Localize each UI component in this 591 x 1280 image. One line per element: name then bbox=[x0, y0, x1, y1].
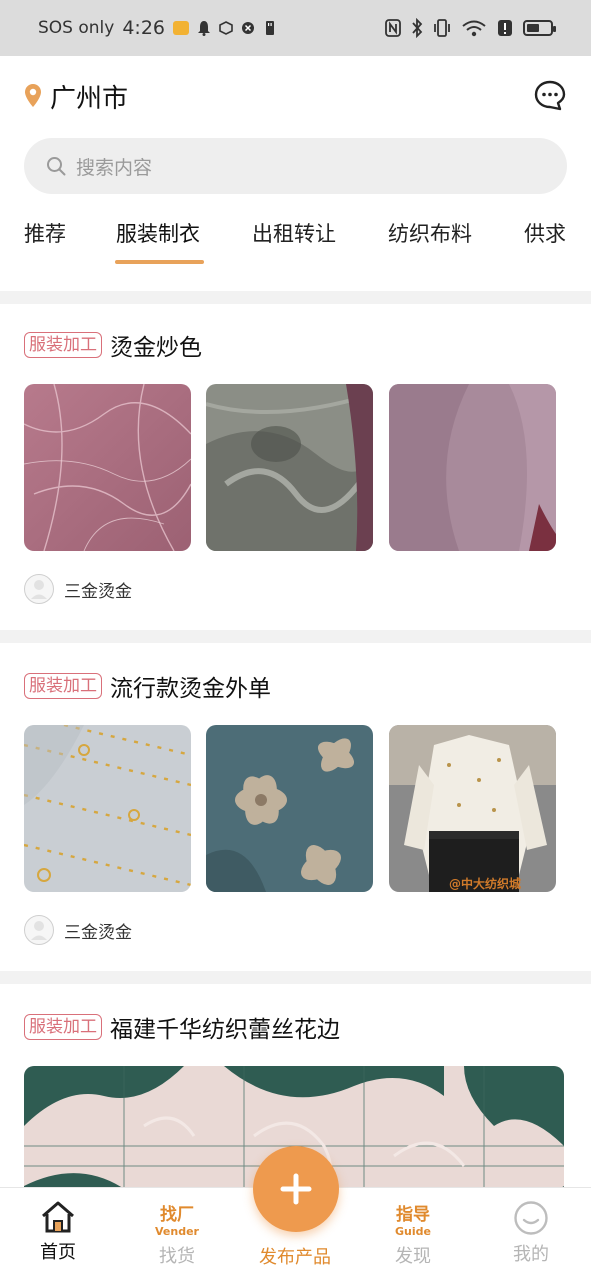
tab-supply-demand[interactable]: 供求 bbox=[524, 218, 566, 248]
guide-icon: 指导 bbox=[396, 1205, 430, 1225]
nav-home[interactable]: 首页 bbox=[8, 1200, 108, 1264]
city-selector[interactable]: 广州市 bbox=[24, 78, 128, 115]
lilac-twill-fabric-image bbox=[389, 384, 556, 551]
find-factory-icon: 找厂 bbox=[160, 1205, 194, 1225]
category-tag: 服装加工 bbox=[24, 673, 102, 699]
nfc-icon bbox=[385, 19, 401, 37]
chat-bubble-icon[interactable] bbox=[533, 79, 567, 113]
publish-button[interactable] bbox=[253, 1146, 339, 1232]
shield-icon bbox=[242, 22, 254, 34]
avatar bbox=[24, 915, 54, 945]
status-bar: SOS only 4:26 bbox=[0, 0, 591, 56]
watermark: @中大纺织城 bbox=[449, 876, 521, 891]
tab-recommend[interactable]: 推荐 bbox=[24, 218, 66, 248]
clock: 4:26 bbox=[122, 17, 165, 39]
nav-discover-label: 发现 bbox=[395, 1246, 431, 1267]
search-bar[interactable]: 搜索内容 bbox=[24, 138, 567, 194]
post-title: 烫金炒色 bbox=[110, 335, 202, 361]
floral-print-fabric-image bbox=[206, 725, 373, 892]
post-image[interactable]: @中大纺织城 bbox=[389, 725, 556, 892]
tab-textile-fabric[interactable]: 纺织布料 bbox=[388, 218, 472, 248]
user-avatar-icon bbox=[31, 580, 47, 599]
user-avatar-icon bbox=[31, 921, 47, 940]
post-title-row: 服装加工 福建千华纺织蕾丝花边 bbox=[24, 1010, 340, 1044]
header: 广州市 bbox=[0, 56, 591, 136]
wifi-icon bbox=[462, 20, 486, 37]
post-author[interactable]: 三金烫金 bbox=[24, 915, 132, 945]
post-image[interactable] bbox=[389, 384, 556, 551]
grey-tie-dye-fabric-image bbox=[206, 384, 373, 551]
location-pin-icon bbox=[25, 84, 41, 107]
nav-find-goods-label: 找货 bbox=[159, 1246, 195, 1267]
white-blouse-model-image: @中大纺织城 bbox=[389, 725, 556, 892]
bell-icon bbox=[198, 21, 210, 36]
nav-discover[interactable]: 指导 Guide 发现 bbox=[363, 1200, 463, 1268]
post-card[interactable]: 服装加工 烫金炒色 三金烫金 bbox=[0, 304, 591, 630]
pink-marble-fabric-image bbox=[24, 384, 191, 551]
sim-notification-icon bbox=[173, 21, 189, 35]
nav-mine-label: 我的 bbox=[513, 1244, 549, 1265]
section-divider bbox=[0, 971, 591, 984]
box-icon bbox=[219, 21, 233, 35]
post-author[interactable]: 三金烫金 bbox=[24, 574, 132, 604]
post-image[interactable] bbox=[206, 725, 373, 892]
alert-icon bbox=[498, 20, 512, 36]
post-title-row: 服装加工 烫金炒色 bbox=[24, 328, 202, 362]
battery-icon bbox=[523, 20, 556, 36]
carrier-text: SOS only bbox=[38, 18, 115, 38]
post-image[interactable] bbox=[24, 384, 191, 551]
post-image[interactable] bbox=[206, 384, 373, 551]
search-icon bbox=[47, 157, 66, 176]
category-tag: 服装加工 bbox=[24, 1014, 102, 1040]
post-title: 流行款烫金外单 bbox=[110, 676, 271, 702]
publish-label[interactable]: 发布产品 bbox=[245, 1243, 345, 1269]
find-factory-icon-sub: Vender bbox=[155, 1225, 199, 1238]
city-name: 广州市 bbox=[50, 83, 129, 114]
section-divider bbox=[0, 630, 591, 643]
nav-mine[interactable]: 我的 bbox=[481, 1200, 581, 1266]
post-card[interactable]: 服装加工 流行款烫金外单 @中大纺织城 三金烫金 bbox=[0, 645, 591, 971]
vibrate-icon bbox=[434, 19, 450, 37]
tab-rent-transfer[interactable]: 出租转让 bbox=[252, 218, 336, 248]
profile-smile-icon bbox=[514, 1201, 548, 1235]
search-placeholder: 搜索内容 bbox=[76, 156, 153, 179]
sd-card-icon bbox=[266, 21, 274, 35]
section-divider bbox=[0, 291, 591, 304]
post-image[interactable] bbox=[24, 725, 191, 892]
nav-home-label: 首页 bbox=[40, 1242, 76, 1263]
category-tabs: 推荐 服装制衣 出租转让 纺织布料 供求 bbox=[0, 200, 591, 270]
post-title: 福建千华纺织蕾丝花边 bbox=[110, 1017, 340, 1043]
active-tab-indicator bbox=[115, 260, 204, 264]
gold-dot-sheer-fabric-image bbox=[24, 725, 191, 892]
tab-clothing[interactable]: 服装制衣 bbox=[116, 218, 200, 248]
category-tag: 服装加工 bbox=[24, 332, 102, 358]
post-title-row: 服装加工 流行款烫金外单 bbox=[24, 669, 271, 703]
bluetooth-icon bbox=[412, 18, 423, 38]
author-name: 三金烫金 bbox=[64, 581, 132, 602]
author-name: 三金烫金 bbox=[64, 922, 132, 943]
plus-icon bbox=[280, 1173, 312, 1205]
home-icon bbox=[42, 1201, 74, 1233]
avatar bbox=[24, 574, 54, 604]
guide-icon-sub: Guide bbox=[395, 1225, 431, 1238]
nav-find-goods[interactable]: 找厂 Vender 找货 bbox=[127, 1200, 227, 1268]
